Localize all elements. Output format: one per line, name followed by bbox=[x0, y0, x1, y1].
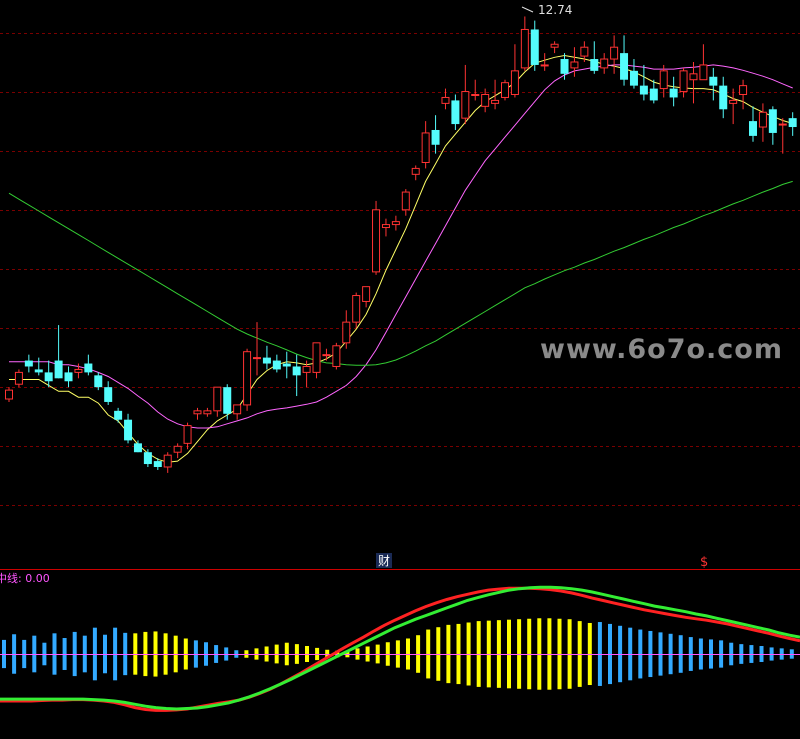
candle-body-up bbox=[352, 295, 361, 323]
candle-body-up bbox=[659, 70, 668, 90]
candle-body-down bbox=[709, 76, 718, 86]
candle-body-up bbox=[540, 64, 549, 67]
candle-body-down bbox=[292, 366, 301, 376]
candle-body-down bbox=[649, 88, 658, 101]
candle-body-up bbox=[381, 224, 390, 229]
candle-body-down bbox=[64, 372, 73, 382]
candle-body-up bbox=[580, 46, 589, 57]
candle-body-down bbox=[530, 29, 539, 65]
candle-body-up bbox=[372, 209, 381, 273]
candle-body-up bbox=[74, 368, 83, 373]
candle-body-down bbox=[24, 360, 33, 367]
candle-body-up bbox=[302, 365, 311, 373]
candle-body-down bbox=[124, 419, 133, 441]
candle-body-up bbox=[183, 425, 192, 444]
finance-marker-text: 财 bbox=[378, 554, 390, 568]
candle-body-up bbox=[253, 357, 261, 360]
candle-body-down bbox=[669, 88, 678, 98]
candle-body-up bbox=[411, 167, 420, 175]
candle-body-up bbox=[312, 342, 321, 373]
candle-body-down bbox=[94, 375, 103, 388]
candle-body-up bbox=[699, 64, 708, 81]
candle-body-up bbox=[322, 354, 331, 357]
candle-body-up bbox=[332, 345, 341, 367]
candle-body-up bbox=[243, 351, 252, 406]
candle-body-up bbox=[550, 43, 559, 48]
candle-body-up bbox=[421, 132, 430, 163]
watermark: www.6o7o.com bbox=[540, 334, 783, 365]
candle-body-down bbox=[719, 85, 728, 110]
candle-body-down bbox=[560, 59, 569, 74]
candle-body-up bbox=[173, 445, 182, 453]
moving-average-line-2 bbox=[9, 64, 793, 429]
candle-body-down bbox=[223, 387, 232, 414]
candle-body-up bbox=[610, 46, 619, 60]
moving-average-line-1 bbox=[9, 54, 793, 463]
max-price-pointer bbox=[521, 6, 534, 13]
candle-body-up bbox=[501, 82, 509, 98]
candle-body-down bbox=[104, 387, 113, 402]
moving-average-lines bbox=[8, 54, 793, 463]
candle-body-up bbox=[391, 221, 400, 226]
candle-body-up bbox=[193, 410, 202, 415]
candle-body-up bbox=[233, 404, 242, 415]
candle-body-up bbox=[471, 94, 480, 97]
candle-body-down bbox=[451, 100, 460, 125]
candle-body-up bbox=[213, 386, 222, 412]
candle-body-up bbox=[520, 28, 529, 69]
candle-body-down bbox=[788, 118, 797, 128]
candle-body-down bbox=[282, 363, 291, 367]
candle-body-down bbox=[639, 85, 648, 95]
candle-body-down bbox=[34, 369, 43, 373]
price-gridlines bbox=[0, 33, 800, 506]
candle-body-up bbox=[441, 96, 450, 104]
candle-body-up bbox=[14, 371, 23, 385]
candle-body-down bbox=[153, 461, 162, 467]
candle-body-up bbox=[5, 389, 13, 400]
candle-body-up bbox=[689, 73, 698, 81]
candle-body-up bbox=[163, 454, 172, 468]
candle-body-down bbox=[114, 410, 123, 420]
candle-body-down bbox=[749, 121, 757, 136]
candle-body-down bbox=[620, 53, 629, 80]
indicator-bars bbox=[0, 618, 800, 690]
candle-body-up bbox=[729, 99, 738, 104]
candle-body-up bbox=[481, 94, 490, 107]
candle-body-up bbox=[342, 321, 351, 344]
candle-body-up bbox=[491, 99, 500, 104]
candle-body-down bbox=[590, 59, 599, 71]
candlesticks bbox=[5, 16, 797, 473]
candle-body-up bbox=[739, 85, 748, 96]
candle-body-down bbox=[629, 70, 638, 86]
candle-body-up bbox=[758, 111, 767, 128]
candle-body-down bbox=[768, 109, 777, 133]
max-price-label: 12.74 bbox=[538, 3, 572, 17]
candle-body-up bbox=[362, 286, 371, 302]
candle-body-down bbox=[143, 452, 152, 465]
stock-chart: 12.74 财 $ 中线: 0.00 www.6o7o.com bbox=[0, 3, 800, 712]
candle-body-down bbox=[262, 357, 271, 364]
candle-body-up bbox=[461, 91, 470, 119]
candle-body-up bbox=[510, 70, 519, 96]
dividend-marker: $ bbox=[700, 555, 708, 570]
candle-body-up bbox=[570, 61, 579, 69]
candle-body-down bbox=[54, 360, 63, 379]
candle-body-up bbox=[203, 410, 212, 415]
candle-body-up bbox=[778, 123, 787, 126]
candle-body-up bbox=[600, 58, 609, 69]
indicator-label: 中线: 0.00 bbox=[0, 571, 50, 585]
candle-body-down bbox=[431, 129, 440, 145]
candle-body-down bbox=[44, 372, 53, 382]
candle-body-down bbox=[84, 363, 93, 373]
candle-body-down bbox=[133, 443, 142, 453]
candle-body-down bbox=[272, 360, 281, 370]
candle-body-up bbox=[401, 191, 410, 211]
candle-body-up bbox=[679, 70, 688, 93]
